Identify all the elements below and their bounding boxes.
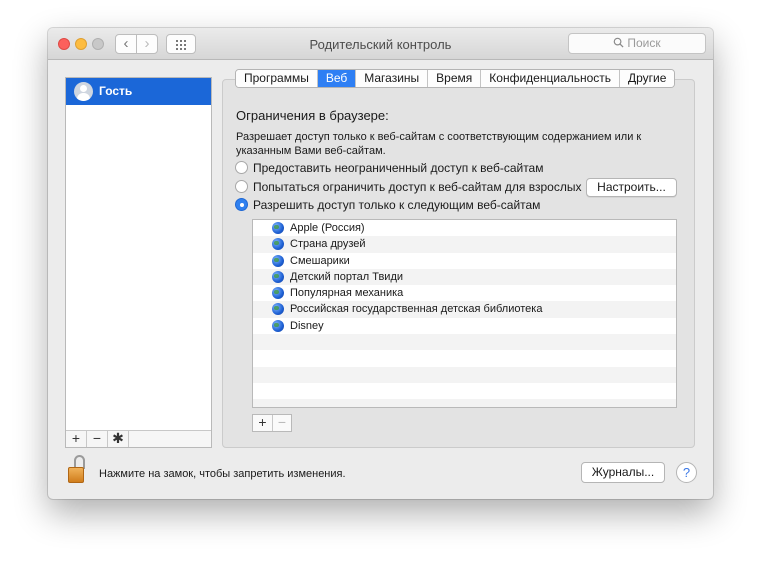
sidebar-toolbar: + − ✱: [66, 430, 211, 447]
user-avatar-icon: [74, 82, 93, 101]
browser-restrictions-description: Разрешает доступ только к веб-сайтам с с…: [236, 131, 642, 157]
radio-button[interactable]: [235, 180, 248, 193]
site-label: Disney: [290, 319, 324, 332]
lock-icon[interactable]: [68, 455, 88, 485]
search-placeholder: Поиск: [627, 36, 661, 50]
tab-stores[interactable]: Магазины: [356, 70, 429, 87]
title-bar: ‹ › Родительский контроль Поиск: [48, 28, 713, 60]
tab-web[interactable]: Веб: [317, 70, 357, 87]
tab-bar: Программы Веб Магазины Время Конфиденциа…: [235, 69, 676, 88]
globe-icon: [272, 254, 284, 267]
empty-row: [253, 383, 676, 399]
globe-icon: [272, 287, 284, 300]
radio-button[interactable]: [235, 161, 248, 174]
search-field[interactable]: Поиск: [568, 33, 706, 54]
empty-row: [253, 366, 676, 383]
list-item[interactable]: Disney: [253, 318, 676, 334]
globe-icon: [272, 319, 284, 332]
site-label: Популярная механика: [290, 287, 404, 300]
gear-icon[interactable]: ✱: [108, 431, 129, 447]
tab-apps[interactable]: Программы: [236, 70, 318, 87]
list-item[interactable]: Российская государственная детская библи…: [253, 301, 676, 318]
list-item[interactable]: Страна друзей: [253, 236, 676, 253]
tab-privacy[interactable]: Конфиденциальность: [481, 70, 621, 87]
logs-button[interactable]: Журналы...: [581, 462, 665, 483]
globe-icon: [272, 238, 284, 251]
radio-label: Предоставить неограниченный доступ к веб…: [253, 161, 544, 175]
radio-label: Попытаться ограничить доступ к веб-сайта…: [253, 180, 582, 194]
empty-row: [253, 334, 676, 351]
search-icon: [614, 37, 624, 48]
browser-restrictions-heading: Ограничения в браузере:: [236, 108, 389, 123]
list-item[interactable]: Смешарики: [253, 253, 676, 269]
radio-button-selected[interactable]: [235, 198, 248, 211]
site-label: Смешарики: [290, 254, 350, 267]
remove-site-button[interactable]: −: [272, 415, 291, 431]
list-item[interactable]: Популярная механика: [253, 285, 676, 301]
allowed-sites-list: Apple (Россия) Страна друзей Смешарики Д…: [252, 219, 677, 408]
globe-icon: [272, 270, 284, 283]
help-button[interactable]: ?: [676, 462, 697, 483]
list-item[interactable]: Детский портал Твиди: [253, 268, 676, 286]
sites-list-toolbar: + −: [252, 414, 292, 432]
lock-message: Нажмите на замок, чтобы запретить измене…: [99, 468, 346, 480]
empty-row: [253, 350, 676, 366]
globe-icon: [272, 303, 284, 316]
add-user-button[interactable]: +: [66, 431, 87, 447]
remove-user-button[interactable]: −: [87, 431, 108, 447]
configure-button[interactable]: Настроить...: [586, 178, 677, 197]
tab-other[interactable]: Другие: [620, 70, 675, 87]
parental-controls-window: ‹ › Родительский контроль Поиск Гость +: [48, 28, 713, 499]
radio-label: Разрешить доступ только к следующим веб-…: [253, 198, 541, 212]
site-label: Детский портал Твиди: [290, 270, 404, 283]
list-item[interactable]: Apple (Россия): [253, 220, 676, 236]
user-sidebar: Гость + − ✱: [65, 77, 212, 448]
site-label: Apple (Россия): [290, 222, 365, 234]
site-label: Страна друзей: [290, 238, 366, 251]
empty-row: [253, 399, 676, 407]
sidebar-item-guest[interactable]: Гость: [66, 78, 211, 105]
site-label: Российская государственная детская библи…: [290, 303, 543, 316]
web-panel: Ограничения в браузере: Разрешает доступ…: [222, 79, 695, 448]
globe-icon: [272, 222, 284, 234]
tab-time[interactable]: Время: [428, 70, 482, 87]
sidebar-item-label: Гость: [99, 84, 133, 98]
add-site-button[interactable]: +: [253, 415, 272, 431]
